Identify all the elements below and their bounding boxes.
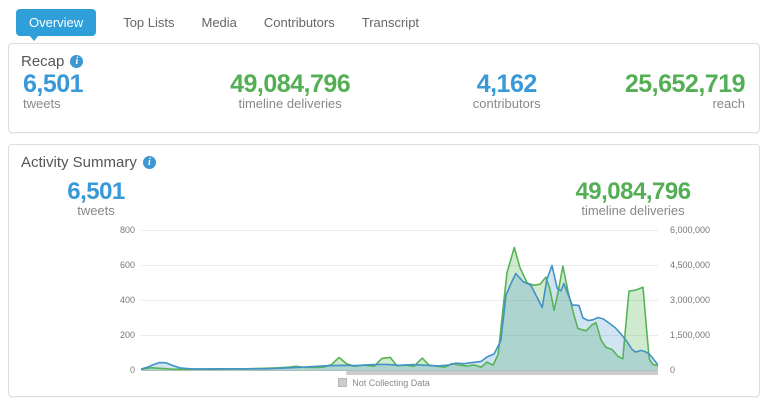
info-icon[interactable]: i xyxy=(70,55,83,68)
area-tweets xyxy=(141,266,658,371)
tab-media[interactable]: Media xyxy=(202,9,237,36)
y-axis-left-tick: 0 xyxy=(9,364,135,376)
stat-value: 49,084,796 xyxy=(553,179,713,204)
stat-label: tweets xyxy=(23,97,167,111)
stat-label: timeline deliveries xyxy=(167,97,412,111)
tab-bar: Overview Top Lists Media Contributors Tr… xyxy=(0,0,768,35)
tab-top-lists[interactable]: Top Lists xyxy=(123,9,174,36)
info-icon[interactable]: i xyxy=(143,156,156,169)
tab-transcript[interactable]: Transcript xyxy=(362,9,419,36)
recap-title-row: Recap i xyxy=(9,44,759,70)
not-collecting-band xyxy=(346,371,658,376)
y-axis-right-tick: 0 xyxy=(670,364,675,376)
stat-contributors: 4,162 contributors xyxy=(413,71,601,111)
y-axis-right-tick: 1,500,000 xyxy=(670,329,710,341)
y-axis-right-tick: 3,000,000 xyxy=(670,294,710,306)
activity-title-row: Activity Summary i xyxy=(9,145,759,171)
activity-stat-timeline-deliveries: 49,084,796 timeline deliveries xyxy=(553,179,713,218)
y-axis-left-tick: 800 xyxy=(9,224,135,236)
recap-title: Recap xyxy=(21,53,64,70)
stat-label: reach xyxy=(601,97,745,111)
y-axis-left-tick: 400 xyxy=(9,294,135,306)
recap-stats-row: 6,501 tweets 49,084,796 timeline deliver… xyxy=(9,70,759,111)
stat-label: timeline deliveries xyxy=(553,204,713,218)
not-collecting-swatch xyxy=(338,378,347,387)
stat-value: 25,652,719 xyxy=(601,71,745,97)
activity-summary-panel: Activity Summary i 6,501 tweets 49,084,7… xyxy=(8,144,760,397)
chart-legend: Not Collecting Data xyxy=(9,378,759,388)
stat-label: tweets xyxy=(34,204,158,218)
y-axis-left-tick: 600 xyxy=(9,259,135,271)
activity-title: Activity Summary xyxy=(21,154,137,171)
legend-label: Not Collecting Data xyxy=(352,378,430,388)
y-axis-left-tick: 200 xyxy=(9,329,135,341)
activity-chart[interactable] xyxy=(141,226,658,377)
stat-tweets: 6,501 tweets xyxy=(23,71,167,111)
y-axis-right-tick: 6,000,000 xyxy=(670,224,710,236)
stat-value: 49,084,796 xyxy=(167,71,412,97)
y-axis-right-tick: 4,500,000 xyxy=(670,259,710,271)
tab-contributors[interactable]: Contributors xyxy=(264,9,335,36)
recap-panel: Recap i 6,501 tweets 49,084,796 timeline… xyxy=(8,43,760,133)
activity-stat-tweets: 6,501 tweets xyxy=(34,179,158,218)
stat-value: 6,501 xyxy=(23,71,167,97)
stat-label: contributors xyxy=(413,97,601,111)
stat-value: 6,501 xyxy=(34,179,158,204)
tab-overview[interactable]: Overview xyxy=(16,9,96,36)
stat-reach: 25,652,719 reach xyxy=(601,71,745,111)
activity-chart-svg[interactable] xyxy=(141,226,658,377)
stat-timeline-deliveries: 49,084,796 timeline deliveries xyxy=(167,71,412,111)
stat-value: 4,162 xyxy=(413,71,601,97)
